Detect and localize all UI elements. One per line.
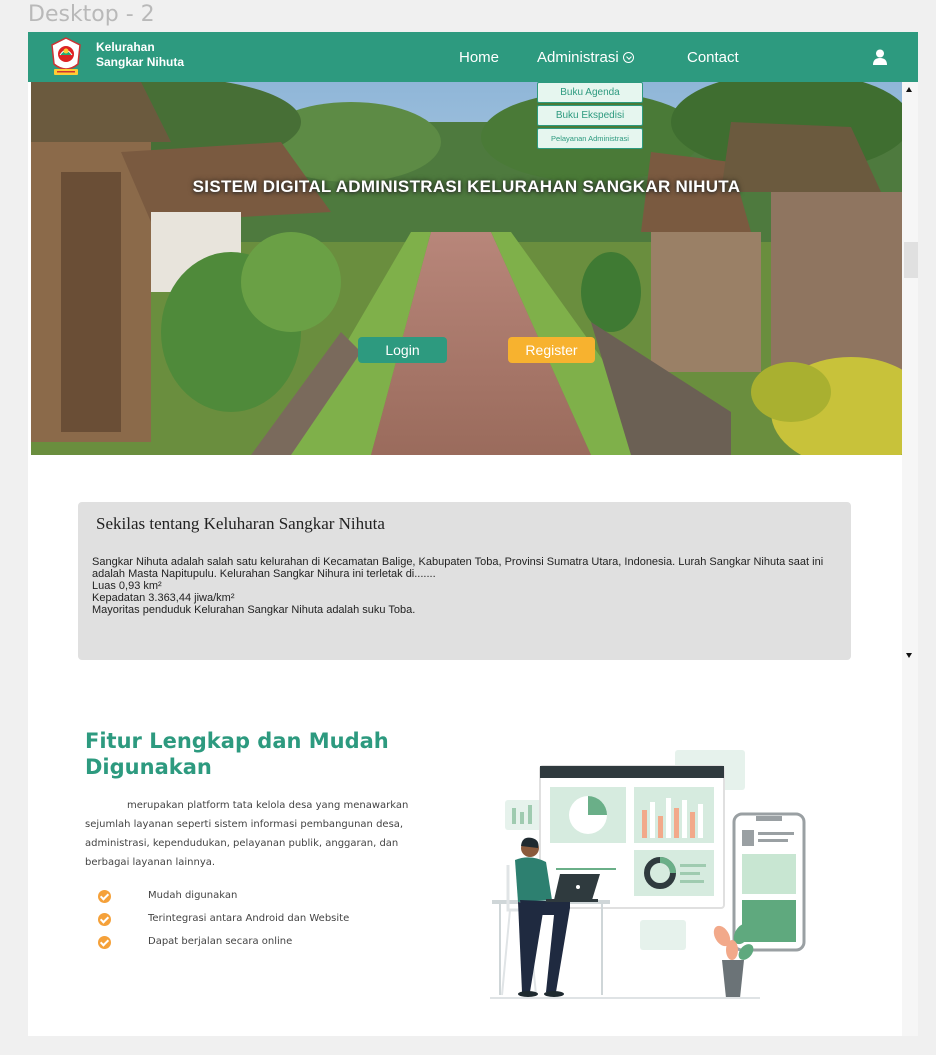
- brand-name[interactable]: Kelurahan Sangkar Nihuta: [96, 40, 184, 70]
- features-description: merupakan platform tata kelola desa yang…: [85, 796, 445, 872]
- page: Kelurahan Sangkar Nihuta Home Administra…: [28, 32, 918, 1036]
- dropdown-buku-ekspedisi[interactable]: Buku Ekspedisi: [537, 105, 643, 126]
- login-button[interactable]: Login: [358, 337, 447, 363]
- brand-line1: Kelurahan: [96, 40, 155, 54]
- nav-administrasi-label: Administrasi: [537, 49, 619, 66]
- about-line-1: Sangkar Nihuta adalah salah satu kelurah…: [92, 556, 824, 580]
- nav-administrasi[interactable]: Administrasi: [537, 49, 634, 66]
- navbar: Kelurahan Sangkar Nihuta Home Administra…: [28, 32, 918, 82]
- dashboard-illustration: [490, 750, 806, 999]
- hero-village-image: [31, 82, 902, 455]
- check-circle-icon: [98, 936, 111, 949]
- about-card: Sekilas tentang Keluharan Sangkar Nihuta…: [78, 502, 851, 660]
- hero-title: SISTEM DIGITAL ADMINISTRASI KELURAHAN SA…: [192, 177, 741, 196]
- administrasi-dropdown: Buku Agenda Buku Ekspedisi Pelayanan Adm…: [537, 82, 643, 151]
- features-title: Fitur Lengkap dan Mudah Digunakan: [85, 729, 389, 779]
- nav-contact[interactable]: Contact: [687, 49, 739, 66]
- register-button[interactable]: Register: [508, 337, 595, 363]
- feature-text: Dapat berjalan secara online: [148, 936, 293, 947]
- kelurahan-logo-icon[interactable]: [48, 36, 84, 78]
- feature-text: Mudah digunakan: [148, 890, 238, 901]
- about-line-2: Luas 0,93 km²: [92, 580, 162, 592]
- brand-line2: Sangkar Nihuta: [96, 55, 185, 69]
- about-title: Sekilas tentang Keluharan Sangkar Nihuta: [96, 514, 385, 533]
- feature-text: Terintegrasi antara Android dan Website: [148, 913, 350, 924]
- chevron-down-icon: [622, 52, 634, 63]
- dropdown-buku-agenda[interactable]: Buku Agenda: [537, 82, 643, 103]
- about-line-3: Kepadatan 3.363,44 jiwa/km²: [92, 592, 235, 604]
- dropdown-pelayanan-administrasi[interactable]: Pelayanan Administrasi: [537, 128, 643, 149]
- user-icon[interactable]: [872, 49, 888, 66]
- check-circle-icon: [98, 913, 111, 926]
- scroll-down-icon[interactable]: [906, 653, 912, 658]
- features-description-text: merupakan platform tata kelola desa yang…: [85, 800, 409, 868]
- check-circle-icon: [98, 890, 111, 903]
- about-line-4: Mayoritas penduduk Kelurahan Sangkar Nih…: [92, 604, 416, 616]
- scrollbar-track[interactable]: [902, 82, 918, 1036]
- about-body: Sangkar Nihuta adalah salah satu kelurah…: [92, 556, 837, 616]
- scrollbar-thumb[interactable]: [904, 242, 918, 278]
- frame-label: Desktop - 2: [28, 2, 155, 27]
- nav-home[interactable]: Home: [459, 49, 499, 66]
- scroll-up-icon[interactable]: [906, 87, 912, 92]
- hero-banner: SISTEM DIGITAL ADMINISTRASI KELURAHAN SA…: [31, 82, 902, 455]
